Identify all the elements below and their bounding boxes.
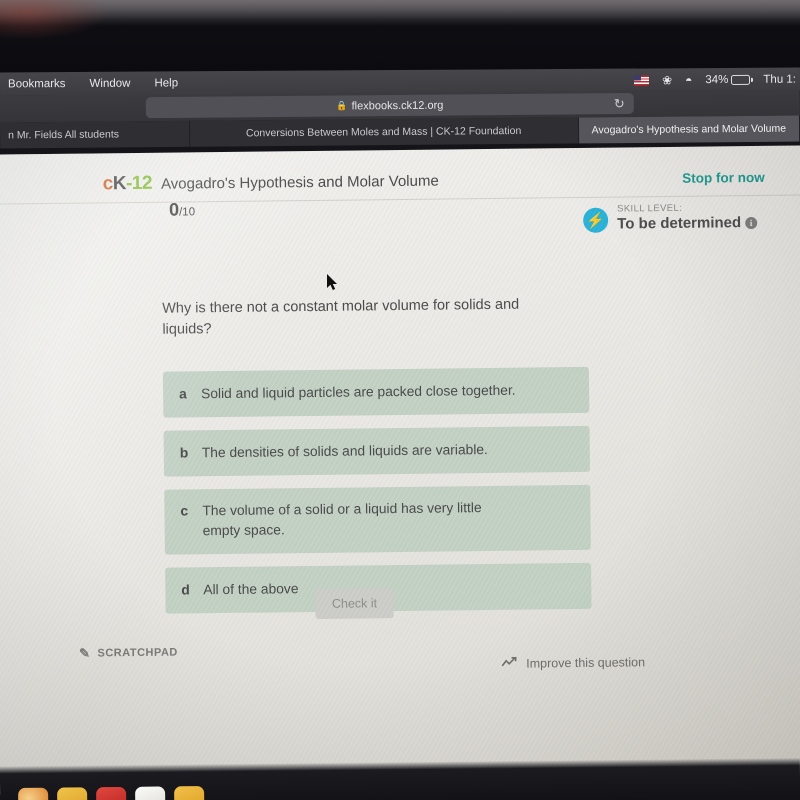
browser-tab-3-active[interactable]: Avogadro's Hypothesis and Molar Volume: [578, 115, 800, 144]
dock-icon-3[interactable]: [96, 786, 127, 800]
answer-option-d-letter: d: [181, 582, 190, 598]
skill-level-value: To be determined: [617, 214, 742, 233]
improve-question-link[interactable]: Improve this question: [501, 655, 645, 671]
stop-for-now-link[interactable]: Stop for now: [682, 169, 765, 185]
answer-option-a-text: Solid and liquid particles are packed cl…: [201, 382, 516, 402]
skill-level-badge: ⚡ SKILL LEVEL: To be determined i: [583, 202, 758, 233]
menu-window[interactable]: Window: [90, 77, 131, 89]
skill-level-value-row: To be determined i: [617, 214, 758, 233]
reload-icon[interactable]: ↻: [612, 96, 627, 111]
browser-tab-strip: n Mr. Fields All students Conversions Be…: [0, 115, 800, 149]
laptop-screen-photo: Bookmarks Window Help ❀ ◓ 34% Thu 1: 🔒 f…: [0, 0, 800, 800]
page-title: Avogadro's Hypothesis and Molar Volume: [160, 172, 439, 193]
web-page: cK-12 Avogadro's Hypothesis and Molar Vo…: [0, 145, 800, 795]
answer-option-c-letter: c: [180, 503, 189, 519]
answer-option-b[interactable]: b The densities of solids and liquids ar…: [163, 425, 591, 477]
answer-option-b-letter: b: [179, 445, 189, 461]
answer-option-c-text: The volume of a solid or a liquid has ve…: [202, 500, 482, 539]
bezel-glare: [0, 0, 800, 26]
menu-help[interactable]: Help: [154, 77, 178, 89]
ck12-logo-c: c: [102, 173, 113, 195]
answer-option-a-letter: a: [179, 386, 187, 402]
dock-icon-1[interactable]: [18, 787, 49, 800]
answer-option-a[interactable]: a Solid and liquid particles are packed …: [162, 366, 590, 418]
answer-option-d-text: All of the above: [203, 581, 299, 598]
check-it-button[interactable]: Check it: [315, 588, 394, 619]
pencil-scribble-icon: ✎: [78, 645, 91, 661]
ck12-logo[interactable]: cK-12: [103, 173, 153, 196]
dock-icon-4[interactable]: [135, 786, 166, 800]
answer-option-b-text: The densities of solids and liquids are …: [201, 442, 488, 461]
site-header: cK-12 Avogadro's Hypothesis and Molar Vo…: [0, 157, 800, 204]
dock-icon-5[interactable]: [174, 786, 205, 800]
battery-percent-label: 34%: [705, 73, 729, 86]
menu-bar-clock[interactable]: Thu 1:: [763, 73, 796, 85]
lock-icon: 🔒: [336, 100, 348, 111]
battery-status[interactable]: 34%: [705, 73, 751, 86]
address-bar[interactable]: 🔒 flexbooks.ck12.org: [145, 92, 634, 119]
score-total: /10: [179, 206, 196, 219]
browser-tab-3-label: Avogadro's Hypothesis and Molar Volume: [591, 122, 787, 137]
address-bar-url: flexbooks.ck12.org: [351, 99, 444, 112]
question-text: Why is there not a constant molar volume…: [162, 296, 520, 338]
browser-tab-1-label: n Mr. Fields All students: [8, 128, 120, 142]
answer-option-c[interactable]: c The volume of a solid or a liquid has …: [164, 484, 591, 555]
browser-tab-1[interactable]: n Mr. Fields All students: [0, 120, 190, 149]
score-display: 0/10: [169, 199, 195, 220]
macos-dock: [0, 757, 800, 800]
bluetooth-icon[interactable]: ❀: [662, 73, 672, 87]
browser-tab-2-label: Conversions Between Moles and Mass | CK-…: [245, 124, 522, 140]
ck12-logo-12: -12: [125, 172, 153, 195]
score-value: 0: [168, 199, 180, 220]
lightning-bolt-icon: ⚡: [583, 207, 609, 233]
improve-question-label: Improve this question: [526, 655, 646, 671]
dock-icon-2[interactable]: [57, 787, 88, 800]
skill-level-label: SKILL LEVEL:: [616, 202, 683, 215]
us-flag-icon[interactable]: [634, 74, 650, 86]
scratchpad-button[interactable]: ✎ SCRATCHPAD: [79, 645, 178, 662]
laptop-bezel: [0, 0, 800, 74]
browser-tab-2[interactable]: Conversions Between Moles and Mass | CK-…: [189, 117, 579, 147]
wifi-icon[interactable]: ◓: [685, 73, 692, 87]
bezel-reflection: [0, 0, 110, 40]
trending-up-icon: [501, 656, 518, 671]
scratchpad-label: SCRATCHPAD: [97, 646, 178, 660]
ck12-logo-k: K: [112, 173, 127, 195]
menu-bookmarks[interactable]: Bookmarks: [8, 78, 66, 90]
info-icon[interactable]: i: [745, 216, 758, 230]
battery-icon: [731, 74, 751, 85]
